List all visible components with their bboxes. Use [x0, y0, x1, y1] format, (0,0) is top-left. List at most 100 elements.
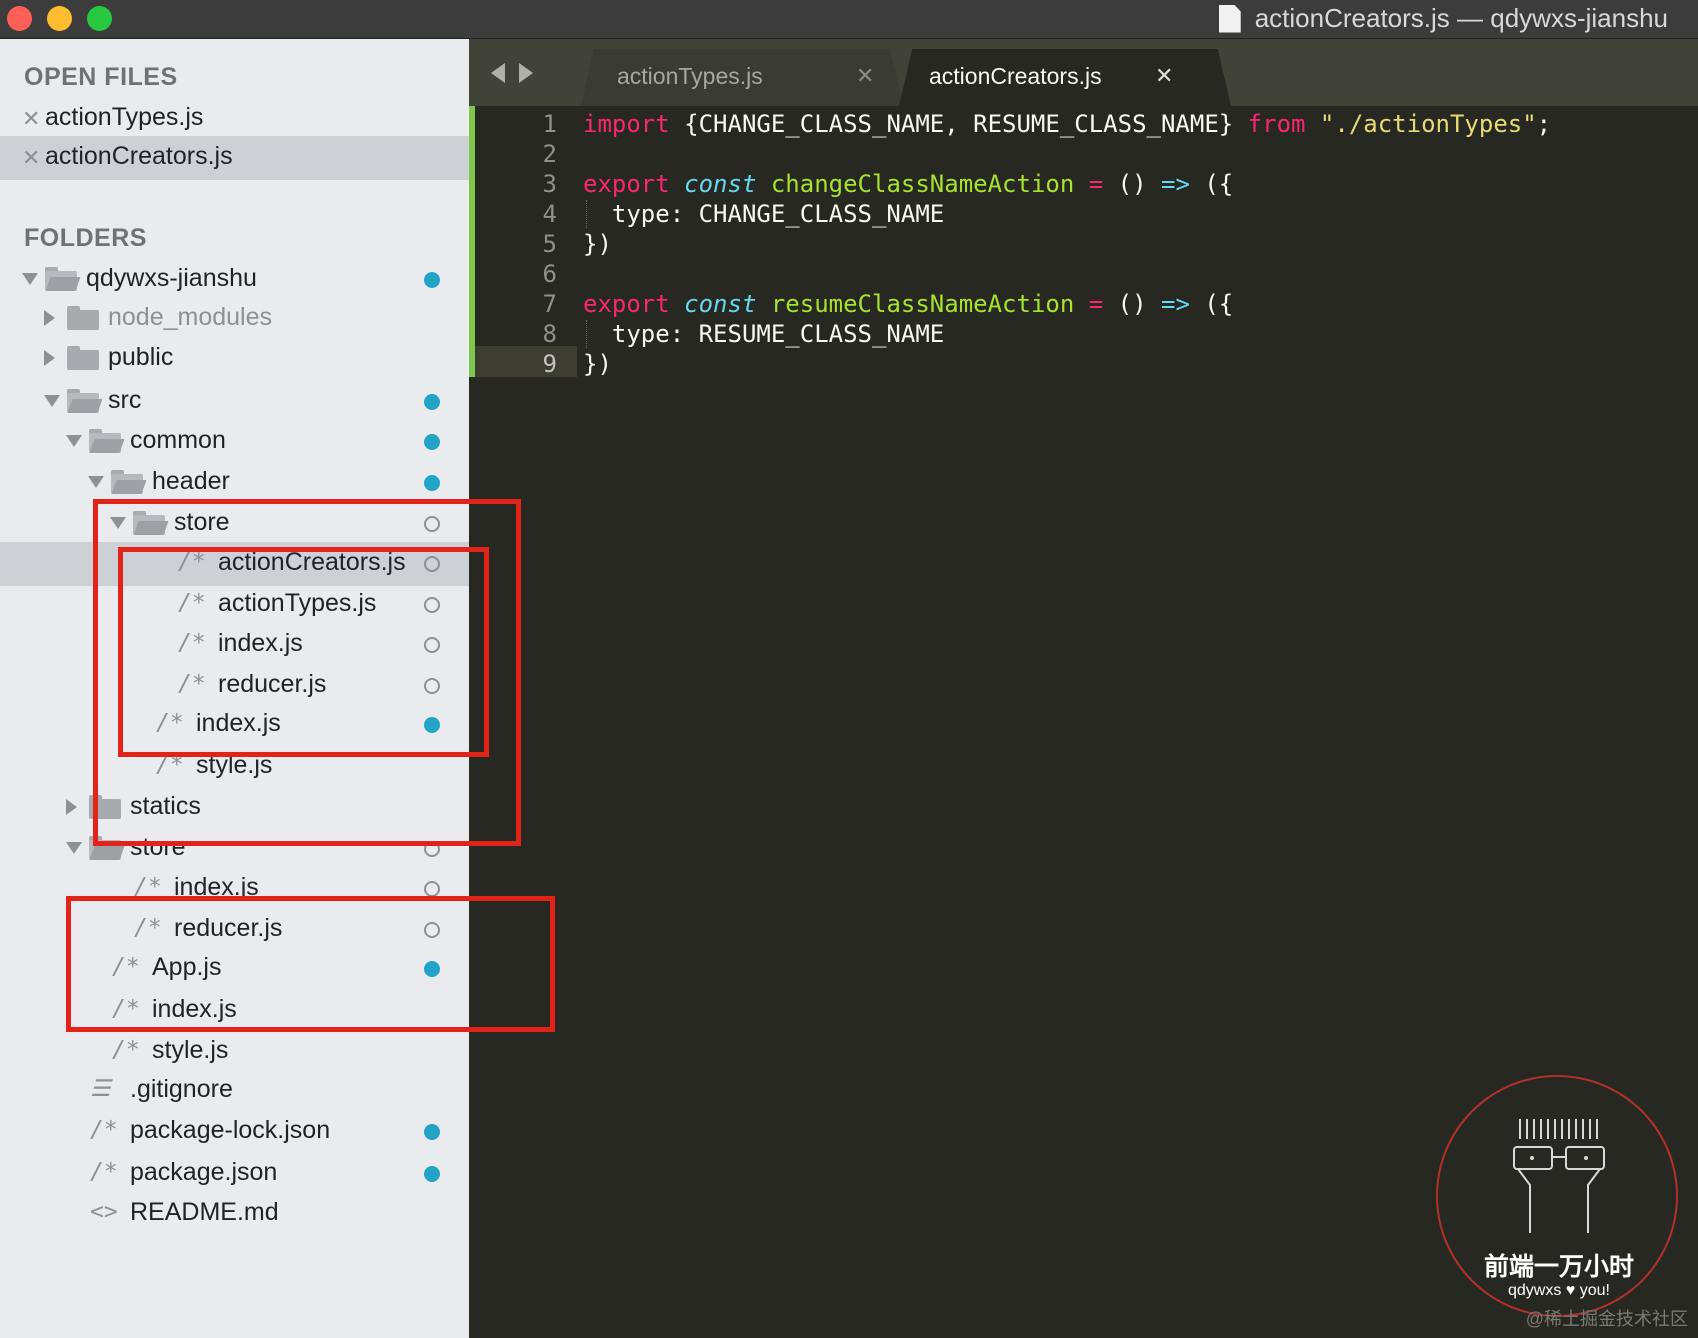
tree-folder[interactable]: qdywxs-jianshu — [0, 258, 469, 302]
disclosure-open-icon[interactable] — [88, 476, 104, 488]
disclosure-open-icon[interactable] — [66, 842, 82, 854]
git-modified-dot-icon — [424, 475, 440, 491]
code-line[interactable]: 3 export const changeClassNameAction = ()… — [469, 170, 1698, 200]
tab-label: actionCreators.js — [929, 63, 1102, 89]
js-file-icon: /* — [90, 1159, 118, 1185]
title-bar: actionCreators.js — qdywxs-jianshu — [0, 0, 1698, 39]
open-file-item[interactable]: ✕ actionCreators.js — [0, 136, 469, 180]
tree-folder[interactable]: public — [0, 337, 469, 381]
tab-actiontypes[interactable]: actionTypes.js ✕ — [581, 49, 903, 106]
tree-label: header — [152, 467, 230, 495]
close-file-icon[interactable]: ✕ — [22, 145, 40, 171]
git-modified-dot-icon — [424, 394, 440, 410]
tree-file[interactable]: /* package-lock.json — [0, 1110, 469, 1154]
close-file-icon[interactable]: ✕ — [22, 106, 40, 132]
line-number: 6 — [542, 260, 557, 288]
folder-open-icon — [45, 267, 81, 291]
tree-label: README.md — [130, 1198, 279, 1226]
code-line[interactable]: 6 — [469, 260, 1698, 290]
site-credit: @稀土掘金技术社区 — [1525, 1309, 1688, 1329]
open-file-item[interactable]: ✕ actionTypes.js — [0, 97, 469, 141]
js-file-icon: /* — [90, 1117, 118, 1143]
line-number: 5 — [542, 230, 557, 258]
annotation-box-header-store — [118, 547, 489, 757]
line-number: 7 — [542, 290, 557, 318]
previous-tab-icon[interactable] — [491, 63, 505, 83]
code-text: type: RESUME_CLASS_NAME — [583, 320, 945, 348]
tree-label: style.js — [152, 1036, 229, 1064]
tree-folder[interactable]: common — [0, 420, 469, 464]
git-modified-dot-icon — [424, 434, 440, 450]
tree-label: node_modules — [108, 303, 273, 331]
folders-heading: FOLDERS — [24, 224, 147, 252]
stamp-subtitle: qdywxs ♥ you! — [1508, 1282, 1610, 1299]
tab-close-icon[interactable]: ✕ — [856, 63, 874, 89]
code-line[interactable]: 1 import {CHANGE_CLASS_NAME, RESUME_CLASS… — [469, 110, 1698, 140]
annotation-box-src-store — [66, 896, 555, 1032]
disclosure-closed-icon[interactable] — [44, 350, 55, 366]
code-line[interactable]: 9}) — [469, 350, 1698, 380]
window-title-wrap: actionCreators.js — qdywxs-jianshu — [1218, 3, 1668, 34]
folder-open-icon — [89, 429, 125, 453]
tab-close-icon[interactable]: ✕ — [1155, 63, 1173, 89]
zoom-window-button[interactable] — [87, 6, 112, 31]
git-modified-dot-icon — [424, 1166, 440, 1182]
code-text: }) — [583, 230, 612, 258]
code-text: type: CHANGE_CLASS_NAME — [583, 200, 945, 228]
disclosure-closed-icon[interactable] — [44, 310, 55, 326]
js-file-icon: /* — [112, 1037, 140, 1063]
tree-file[interactable]: /* package.json — [0, 1152, 469, 1196]
code-line[interactable]: 8 type: RESUME_CLASS_NAME — [469, 320, 1698, 350]
tree-label: common — [130, 426, 226, 454]
code-line[interactable]: 7 export const resumeClassNameAction = ()… — [469, 290, 1698, 320]
tree-label: package.json — [130, 1158, 278, 1186]
window-title: actionCreators.js — qdywxs-jianshu — [1254, 3, 1668, 33]
stamp-title: 前端一万小时 — [1483, 1253, 1634, 1281]
code-text: export const changeClassNameAction = () … — [583, 170, 1234, 198]
text-file-icon: ☰ — [90, 1076, 111, 1102]
disclosure-open-icon[interactable] — [22, 273, 38, 285]
line-number: 9 — [542, 350, 557, 378]
tab-actioncreators[interactable]: actionCreators.js ✕ — [899, 49, 1231, 106]
code-line[interactable]: 5}) — [469, 230, 1698, 260]
minimize-window-button[interactable] — [47, 6, 72, 31]
tab-bar: actionTypes.js ✕ actionCreators.js ✕ — [469, 39, 1698, 106]
line-number: 3 — [542, 170, 557, 198]
open-file-label: actionTypes.js — [45, 103, 204, 131]
markup-file-icon: <> — [90, 1199, 118, 1225]
code-text: export const resumeClassNameAction = () … — [583, 290, 1234, 318]
close-window-button[interactable] — [7, 6, 32, 31]
code-line[interactable]: 2 — [469, 140, 1698, 170]
folder-icon — [67, 346, 99, 370]
tree-file[interactable]: ☰ .gitignore — [0, 1069, 469, 1113]
line-number: 8 — [542, 320, 557, 348]
tree-folder[interactable]: node_modules — [0, 297, 469, 341]
folder-icon — [67, 306, 99, 330]
line-number: 2 — [542, 140, 557, 168]
disclosure-open-icon[interactable] — [66, 435, 82, 447]
tree-label: src — [108, 386, 142, 414]
disclosure-closed-icon[interactable] — [66, 799, 77, 815]
character-icon — [1513, 1119, 1605, 1233]
watermark-stamp: 前端一万小时 qdywxs ♥ you! — [1436, 1075, 1678, 1317]
tree-file[interactable]: /* style.js — [0, 1030, 469, 1074]
tree-file[interactable]: <> README.md — [0, 1192, 469, 1236]
git-modified-dot-icon — [424, 272, 440, 288]
tab-label: actionTypes.js — [617, 63, 763, 89]
disclosure-open-icon[interactable] — [44, 395, 60, 407]
open-files-heading: OPEN FILES — [24, 63, 178, 91]
folder-open-icon — [67, 389, 103, 413]
tree-label: package-lock.json — [130, 1116, 331, 1144]
tree-folder[interactable]: src — [0, 380, 469, 424]
code-text: import {CHANGE_CLASS_NAME, RESUME_CLASS_… — [583, 110, 1552, 138]
line-number: 4 — [542, 200, 557, 228]
git-untracked-ring-icon — [424, 881, 440, 897]
git-modified-dot-icon — [424, 1124, 440, 1140]
document-icon — [1218, 4, 1241, 33]
code-line[interactable]: 4 type: CHANGE_CLASS_NAME — [469, 200, 1698, 230]
code-text: }) — [583, 350, 612, 378]
folder-open-icon — [111, 470, 147, 494]
open-file-label: actionCreators.js — [45, 142, 233, 170]
tree-label: qdywxs-jianshu — [86, 264, 257, 292]
next-tab-icon[interactable] — [519, 63, 533, 83]
